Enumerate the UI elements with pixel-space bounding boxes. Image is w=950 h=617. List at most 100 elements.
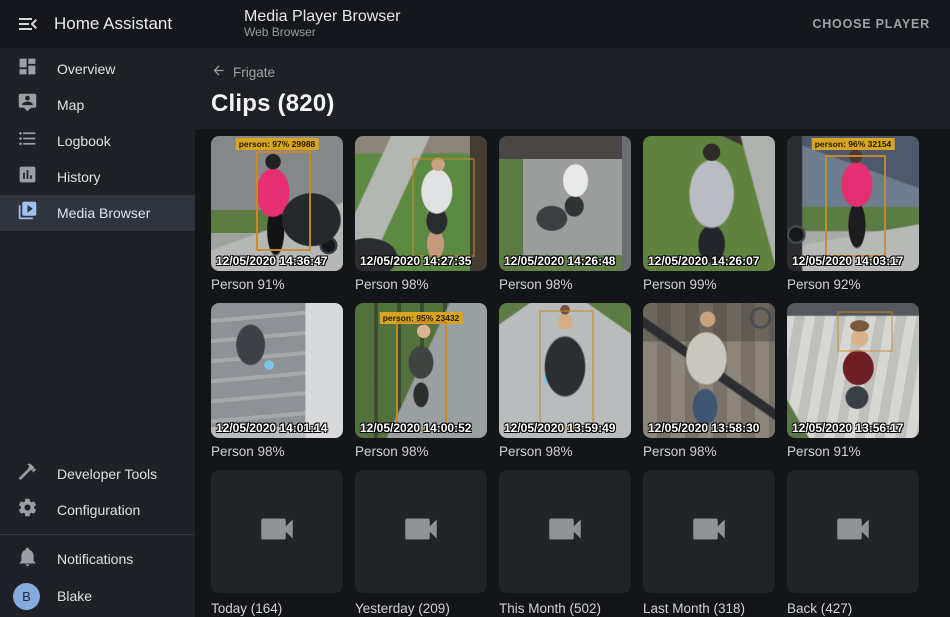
- bounding-box: [412, 158, 475, 258]
- folder-thumbnail: [499, 470, 631, 593]
- bounding-box: [539, 310, 594, 429]
- hammer-icon: [17, 461, 38, 487]
- sidebar-item-label: Media Browser: [57, 205, 150, 221]
- sidebar-item-label: Notifications: [57, 551, 133, 567]
- page-section-title: Clips (820): [211, 90, 934, 118]
- clip-caption: Person 98%: [355, 277, 487, 293]
- video-camera-icon: [544, 508, 586, 555]
- clip-card[interactable]: 12/05/2020 14:27:35 Person 98%: [355, 136, 487, 293]
- folder-card-this-month[interactable]: This Month (502): [499, 470, 631, 616]
- bounding-box: [396, 321, 447, 432]
- clip-card[interactable]: 12/05/2020 14:01:14 Person 98%: [211, 303, 343, 460]
- folder-card-last-month[interactable]: Last Month (318): [643, 470, 775, 616]
- clip-caption: Person 98%: [643, 444, 775, 460]
- clip-thumbnail: person: 95% 23432 12/05/2020 14:00:52: [355, 303, 487, 438]
- folder-label: Yesterday (209): [355, 601, 487, 616]
- clip-timestamp: 12/05/2020 14:27:35: [360, 254, 471, 268]
- clip-card[interactable]: person: 96% 32154 12/05/2020 14:03:17 Pe…: [787, 136, 919, 293]
- clip-timestamp: 12/05/2020 14:00:52: [360, 421, 471, 435]
- detection-label: person: 97% 29988: [236, 138, 319, 150]
- clip-card[interactable]: 12/05/2020 13:59:49 Person 98%: [499, 303, 631, 460]
- bounding-box: [256, 151, 311, 251]
- user-name: Blake: [57, 588, 92, 604]
- sidebar-item-label: Map: [57, 97, 84, 113]
- clip-caption: Person 98%: [211, 444, 343, 460]
- clip-caption: Person 98%: [355, 444, 487, 460]
- folder-thumbnail: [787, 470, 919, 593]
- folder-card-yesterday[interactable]: Yesterday (209): [355, 470, 487, 616]
- clip-card[interactable]: 12/05/2020 13:58:30 Person 98%: [643, 303, 775, 460]
- list-bulleted-icon: [17, 128, 38, 154]
- sidebar-item-user[interactable]: B Blake: [0, 577, 195, 615]
- folder-card-today[interactable]: Today (164): [211, 470, 343, 616]
- clip-timestamp: 12/05/2020 14:36:47: [216, 254, 327, 268]
- page-title: Media Player Browser: [244, 8, 401, 26]
- gear-icon: [17, 497, 38, 523]
- sidebar-item-notifications[interactable]: Notifications: [0, 541, 195, 577]
- map-account-icon: [17, 92, 38, 118]
- clip-card[interactable]: person: 95% 23432 12/05/2020 14:00:52 Pe…: [355, 303, 487, 460]
- sidebar-item-label: Logbook: [57, 133, 111, 149]
- folder-card-back[interactable]: Back (427): [787, 470, 919, 616]
- clip-caption: Person 91%: [787, 444, 919, 460]
- back-arrow-icon: [211, 63, 226, 81]
- folder-thumbnail: [643, 470, 775, 593]
- clip-thumbnail: 12/05/2020 13:59:49: [499, 303, 631, 438]
- folder-label: Today (164): [211, 601, 343, 616]
- choose-player-button[interactable]: CHOOSE PLAYER: [806, 9, 936, 39]
- sidebar-item-history[interactable]: History: [0, 159, 195, 195]
- clip-thumbnail: person: 97% 29988 12/05/2020 14:36:47: [211, 136, 343, 271]
- clip-caption: Person 91%: [211, 277, 343, 293]
- clip-timestamp: 12/05/2020 14:26:07: [648, 254, 759, 268]
- sidebar-header: Home Assistant: [0, 12, 195, 36]
- app-title: Home Assistant: [54, 14, 172, 34]
- folder-label: Last Month (318): [643, 601, 775, 616]
- clip-thumbnail: 12/05/2020 14:01:14: [211, 303, 343, 438]
- video-camera-icon: [256, 508, 298, 555]
- clip-timestamp: 12/05/2020 14:26:48: [504, 254, 615, 268]
- dashboard-icon: [17, 56, 38, 82]
- sidebar-item-map[interactable]: Map: [0, 87, 195, 123]
- clip-timestamp: 12/05/2020 13:59:49: [504, 421, 615, 435]
- clip-card[interactable]: person: 97% 29988 12/05/2020 14:36:47 Pe…: [211, 136, 343, 293]
- page-heading: Media Player Browser Web Browser: [244, 8, 401, 40]
- detection-label: person: 96% 32154: [812, 138, 895, 150]
- bell-icon: [17, 546, 38, 572]
- clip-card[interactable]: 12/05/2020 14:26:48 Person 98%: [499, 136, 631, 293]
- sidebar-item-media-browser[interactable]: Media Browser: [0, 195, 195, 231]
- chart-box-icon: [17, 164, 38, 190]
- breadcrumb-label: Frigate: [233, 65, 275, 80]
- clip-thumbnail: 12/05/2020 13:58:30: [643, 303, 775, 438]
- clip-thumbnail: 12/05/2020 14:26:07: [643, 136, 775, 271]
- sidebar-item-overview[interactable]: Overview: [0, 51, 195, 87]
- video-camera-icon: [688, 508, 730, 555]
- clip-caption: Person 99%: [643, 277, 775, 293]
- folder-label: This Month (502): [499, 601, 631, 616]
- clip-caption: Person 98%: [499, 277, 631, 293]
- clip-timestamp: 12/05/2020 13:58:30: [648, 421, 759, 435]
- sidebar-item-label: Configuration: [57, 502, 140, 518]
- clip-thumbnail: 12/05/2020 14:27:35: [355, 136, 487, 271]
- media-browser-content: Frigate Clips (820) person: 97% 29988 12…: [195, 48, 950, 617]
- clip-card[interactable]: 12/05/2020 13:56:17 Person 91%: [787, 303, 919, 460]
- clip-timestamp: 12/05/2020 14:03:17: [792, 254, 903, 268]
- play-box-multiple-icon: [17, 200, 38, 226]
- sidebar: Overview Map Logbook History Media Brows…: [0, 48, 195, 617]
- clips-grid: person: 97% 29988 12/05/2020 14:36:47 Pe…: [195, 129, 950, 616]
- clip-card[interactable]: 12/05/2020 14:26:07 Person 99%: [643, 136, 775, 293]
- clip-timestamp: 12/05/2020 13:56:17: [792, 421, 903, 435]
- breadcrumb-back-frigate[interactable]: Frigate: [211, 63, 275, 81]
- sidebar-item-developer-tools[interactable]: Developer Tools: [0, 456, 195, 492]
- folder-thumbnail: [211, 470, 343, 593]
- sidebar-toggle-button[interactable]: [16, 12, 40, 36]
- sidebar-item-label: Developer Tools: [57, 466, 157, 482]
- video-camera-icon: [400, 508, 442, 555]
- sidebar-item-logbook[interactable]: Logbook: [0, 123, 195, 159]
- home-assistant-app: Home Assistant Media Player Browser Web …: [0, 0, 950, 617]
- bounding-box: [825, 155, 886, 258]
- clip-thumbnail: 12/05/2020 14:26:48: [499, 136, 631, 271]
- sidebar-item-configuration[interactable]: Configuration: [0, 492, 195, 528]
- avatar: B: [13, 583, 40, 610]
- clip-thumbnail: 12/05/2020 13:56:17: [787, 303, 919, 438]
- clip-thumbnail: person: 96% 32154 12/05/2020 14:03:17: [787, 136, 919, 271]
